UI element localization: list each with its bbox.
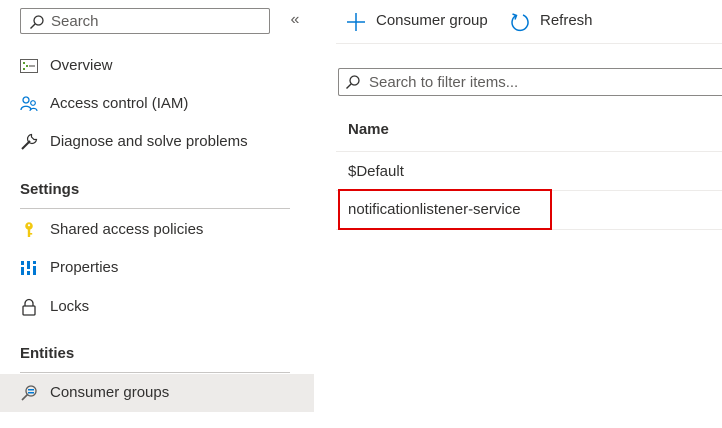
entities-divider bbox=[20, 372, 290, 373]
search-icon bbox=[346, 75, 360, 89]
sidebar-item-label: Diagnose and solve problems bbox=[50, 133, 248, 150]
overview-icon bbox=[20, 59, 38, 73]
sidebar-item-properties[interactable]: Properties bbox=[0, 249, 314, 287]
toolbar-divider bbox=[336, 43, 722, 44]
people-icon bbox=[20, 96, 38, 112]
properties-icon bbox=[21, 261, 36, 275]
refresh-label: Refresh bbox=[540, 12, 593, 29]
key-icon bbox=[25, 222, 33, 237]
main-content: Consumer group Refresh Search to filter … bbox=[336, 0, 722, 428]
sidebar-item-access-control[interactable]: Access control (IAM) bbox=[0, 85, 314, 123]
sidebar-search-input[interactable]: Search bbox=[20, 8, 270, 34]
filter-placeholder: Search to filter items... bbox=[369, 74, 519, 91]
refresh-button[interactable]: Refresh bbox=[510, 10, 600, 34]
sidebar-item-label: Locks bbox=[50, 298, 90, 315]
sidebar-item-label: Properties bbox=[50, 259, 119, 276]
add-consumer-group-button[interactable]: Consumer group bbox=[346, 10, 496, 34]
sidebar-item-shared-access-policies[interactable]: Shared access policies bbox=[0, 211, 314, 249]
sidebar: Search « Overview Access control (IAM) D… bbox=[0, 0, 314, 428]
sidebar-item-locks[interactable]: Locks bbox=[0, 288, 314, 326]
sidebar-item-label: Consumer groups bbox=[50, 384, 170, 401]
search-icon bbox=[30, 15, 44, 29]
filter-search-input[interactable]: Search to filter items... bbox=[338, 68, 722, 96]
highlight-box bbox=[338, 189, 552, 230]
table-cell-name: $Default bbox=[348, 163, 404, 180]
refresh-icon bbox=[511, 13, 529, 32]
settings-section-header: Settings bbox=[20, 181, 80, 198]
sidebar-item-consumer-groups[interactable]: Consumer groups bbox=[0, 374, 314, 412]
header-divider bbox=[336, 151, 722, 152]
sidebar-item-label: Overview bbox=[50, 57, 113, 74]
table-row[interactable]: $Default bbox=[336, 153, 722, 191]
sidebar-item-diagnose[interactable]: Diagnose and solve problems bbox=[0, 123, 314, 161]
collapse-sidebar-button[interactable]: « bbox=[288, 9, 302, 31]
consumer-groups-icon bbox=[21, 385, 37, 401]
lock-icon bbox=[22, 298, 36, 316]
settings-divider bbox=[20, 208, 290, 209]
sidebar-item-label: Access control (IAM) bbox=[50, 95, 189, 112]
entities-section-header: Entities bbox=[20, 345, 75, 362]
sidebar-item-label: Shared access policies bbox=[50, 221, 204, 238]
sidebar-search-placeholder: Search bbox=[51, 13, 99, 30]
plus-icon bbox=[347, 13, 365, 31]
wrench-icon bbox=[21, 133, 38, 150]
add-consumer-group-label: Consumer group bbox=[376, 12, 488, 29]
column-header-name[interactable]: Name bbox=[348, 121, 389, 138]
sidebar-item-overview[interactable]: Overview bbox=[0, 47, 314, 85]
